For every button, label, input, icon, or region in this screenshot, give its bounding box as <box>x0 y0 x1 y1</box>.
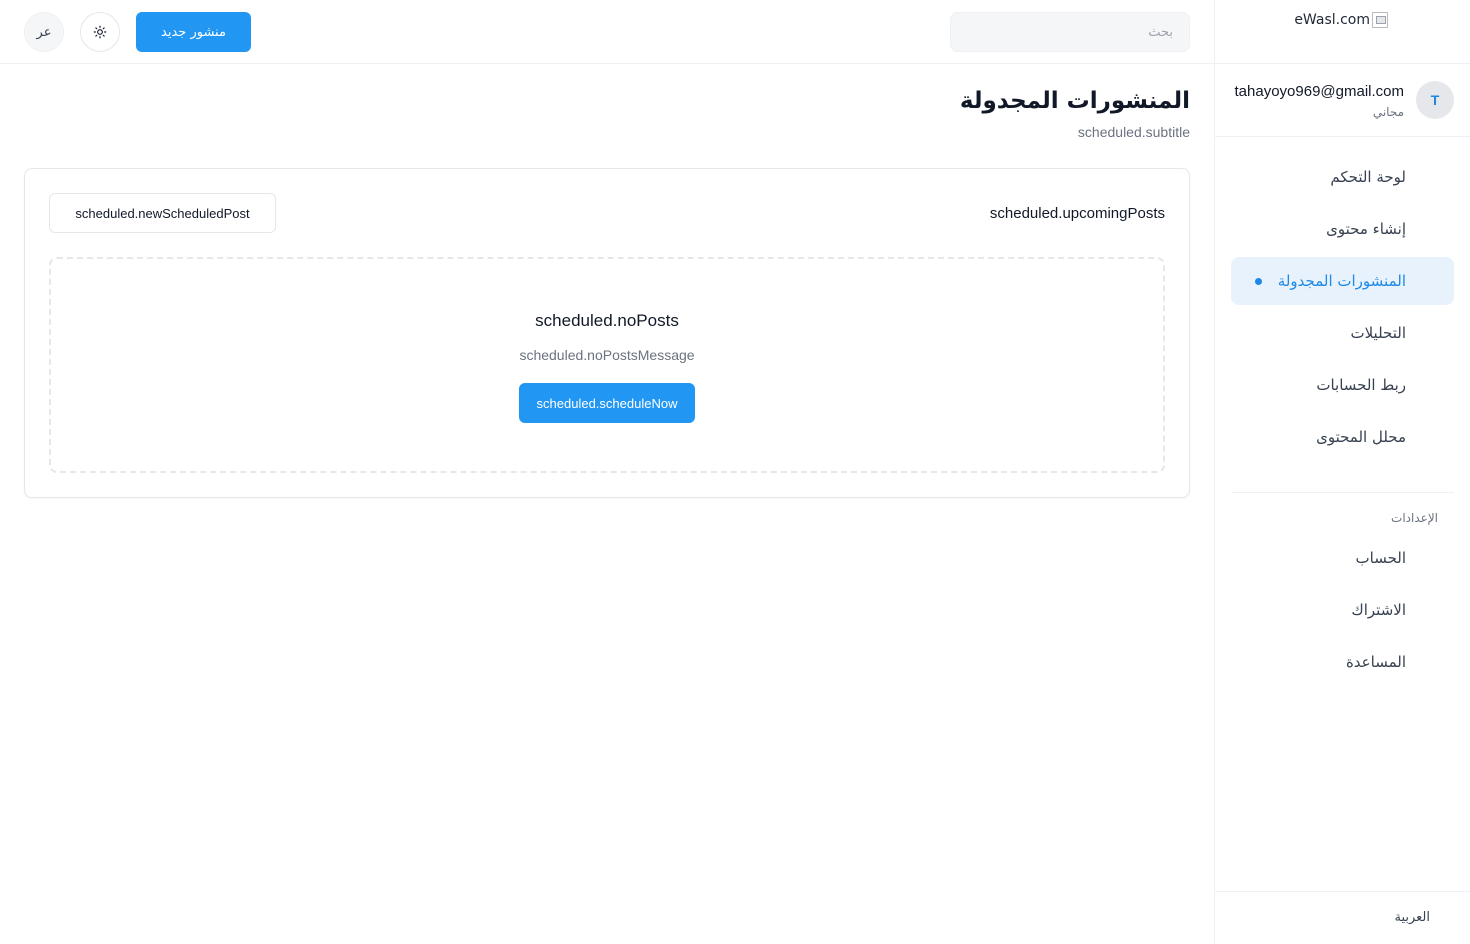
sidebar: eWasl.com T tahayoyo969@gmail.com مجاني … <box>1214 0 1470 944</box>
broken-image-icon <box>1372 12 1388 28</box>
sidebar-item-label: إنشاء محتوى <box>1326 220 1406 238</box>
language-selector[interactable]: العربية <box>1394 910 1430 925</box>
empty-state: scheduled.noPosts scheduled.noPostsMessa… <box>49 257 1165 473</box>
active-indicator-dot <box>1255 278 1262 285</box>
sidebar-item-analytics[interactable]: التحليلات <box>1231 309 1454 357</box>
sidebar-divider <box>1231 492 1454 493</box>
sidebar-item-create-content[interactable]: إنشاء محتوى <box>1231 205 1454 253</box>
card-title: scheduled.upcomingPosts <box>989 205 1165 222</box>
language-toggle-button[interactable]: عر <box>24 12 64 52</box>
settings-nav: الحساب الاشتراك المساعدة <box>1231 534 1454 690</box>
sidebar-item-label: الاشتراك <box>1351 601 1406 619</box>
new-scheduled-post-button[interactable]: scheduled.newScheduledPost <box>49 193 276 233</box>
sidebar-item-label: المساعدة <box>1345 653 1406 671</box>
brand: eWasl.com <box>1215 12 1388 28</box>
sidebar-item-subscription[interactable]: الاشتراك <box>1231 586 1454 634</box>
sidebar-item-label: لوحة التحكم <box>1330 168 1406 186</box>
page-title: المنشورات المجدولة <box>959 88 1190 114</box>
sidebar-nav: لوحة التحكم إنشاء محتوى المنشورات المجدو… <box>1231 153 1454 465</box>
sidebar-item-content-analyzer[interactable]: محلل المحتوى <box>1231 413 1454 461</box>
sidebar-item-connect-accounts[interactable]: ربط الحسابات <box>1231 361 1454 409</box>
sidebar-item-scheduled-posts[interactable]: المنشورات المجدولة <box>1231 257 1454 305</box>
sidebar-item-label: المنشورات المجدولة <box>1277 272 1406 290</box>
sidebar-item-label: محلل المحتوى <box>1316 428 1406 446</box>
sidebar-item-dashboard[interactable]: لوحة التحكم <box>1231 153 1454 201</box>
sun-icon <box>93 25 107 39</box>
search-input[interactable] <box>950 12 1190 52</box>
top-bar: منشور جديد عر <box>0 0 1214 64</box>
brand-logo-alt-text: eWasl.com <box>1294 12 1370 28</box>
sidebar-item-label: ربط الحسابات <box>1316 376 1406 394</box>
new-post-button[interactable]: منشور جديد <box>136 12 251 52</box>
sidebar-item-label: التحليلات <box>1350 324 1406 342</box>
user-plan: مجاني <box>1372 105 1404 119</box>
upcoming-posts-card: scheduled.upcomingPosts scheduled.newSch… <box>24 168 1190 498</box>
sidebar-item-account[interactable]: الحساب <box>1231 534 1454 582</box>
sidebar-item-label: الحساب <box>1355 549 1407 567</box>
empty-state-message: scheduled.noPostsMessage <box>519 347 695 363</box>
schedule-now-button[interactable]: scheduled.scheduleNow <box>519 383 695 423</box>
page-subtitle: scheduled.subtitle <box>1077 124 1190 140</box>
user-profile[interactable]: T tahayoyo969@gmail.com مجاني <box>1215 63 1470 137</box>
brand-logo[interactable]: eWasl.com <box>1294 12 1388 28</box>
theme-toggle-button[interactable] <box>80 12 120 52</box>
empty-state-title: scheduled.noPosts <box>535 311 679 330</box>
user-email: tahayoyo969@gmail.com <box>1234 83 1404 100</box>
settings-section-title: الإعدادات <box>1391 511 1438 525</box>
sidebar-footer: العربية <box>1215 891 1470 944</box>
avatar: T <box>1416 81 1454 119</box>
sidebar-item-help[interactable]: المساعدة <box>1231 638 1454 686</box>
